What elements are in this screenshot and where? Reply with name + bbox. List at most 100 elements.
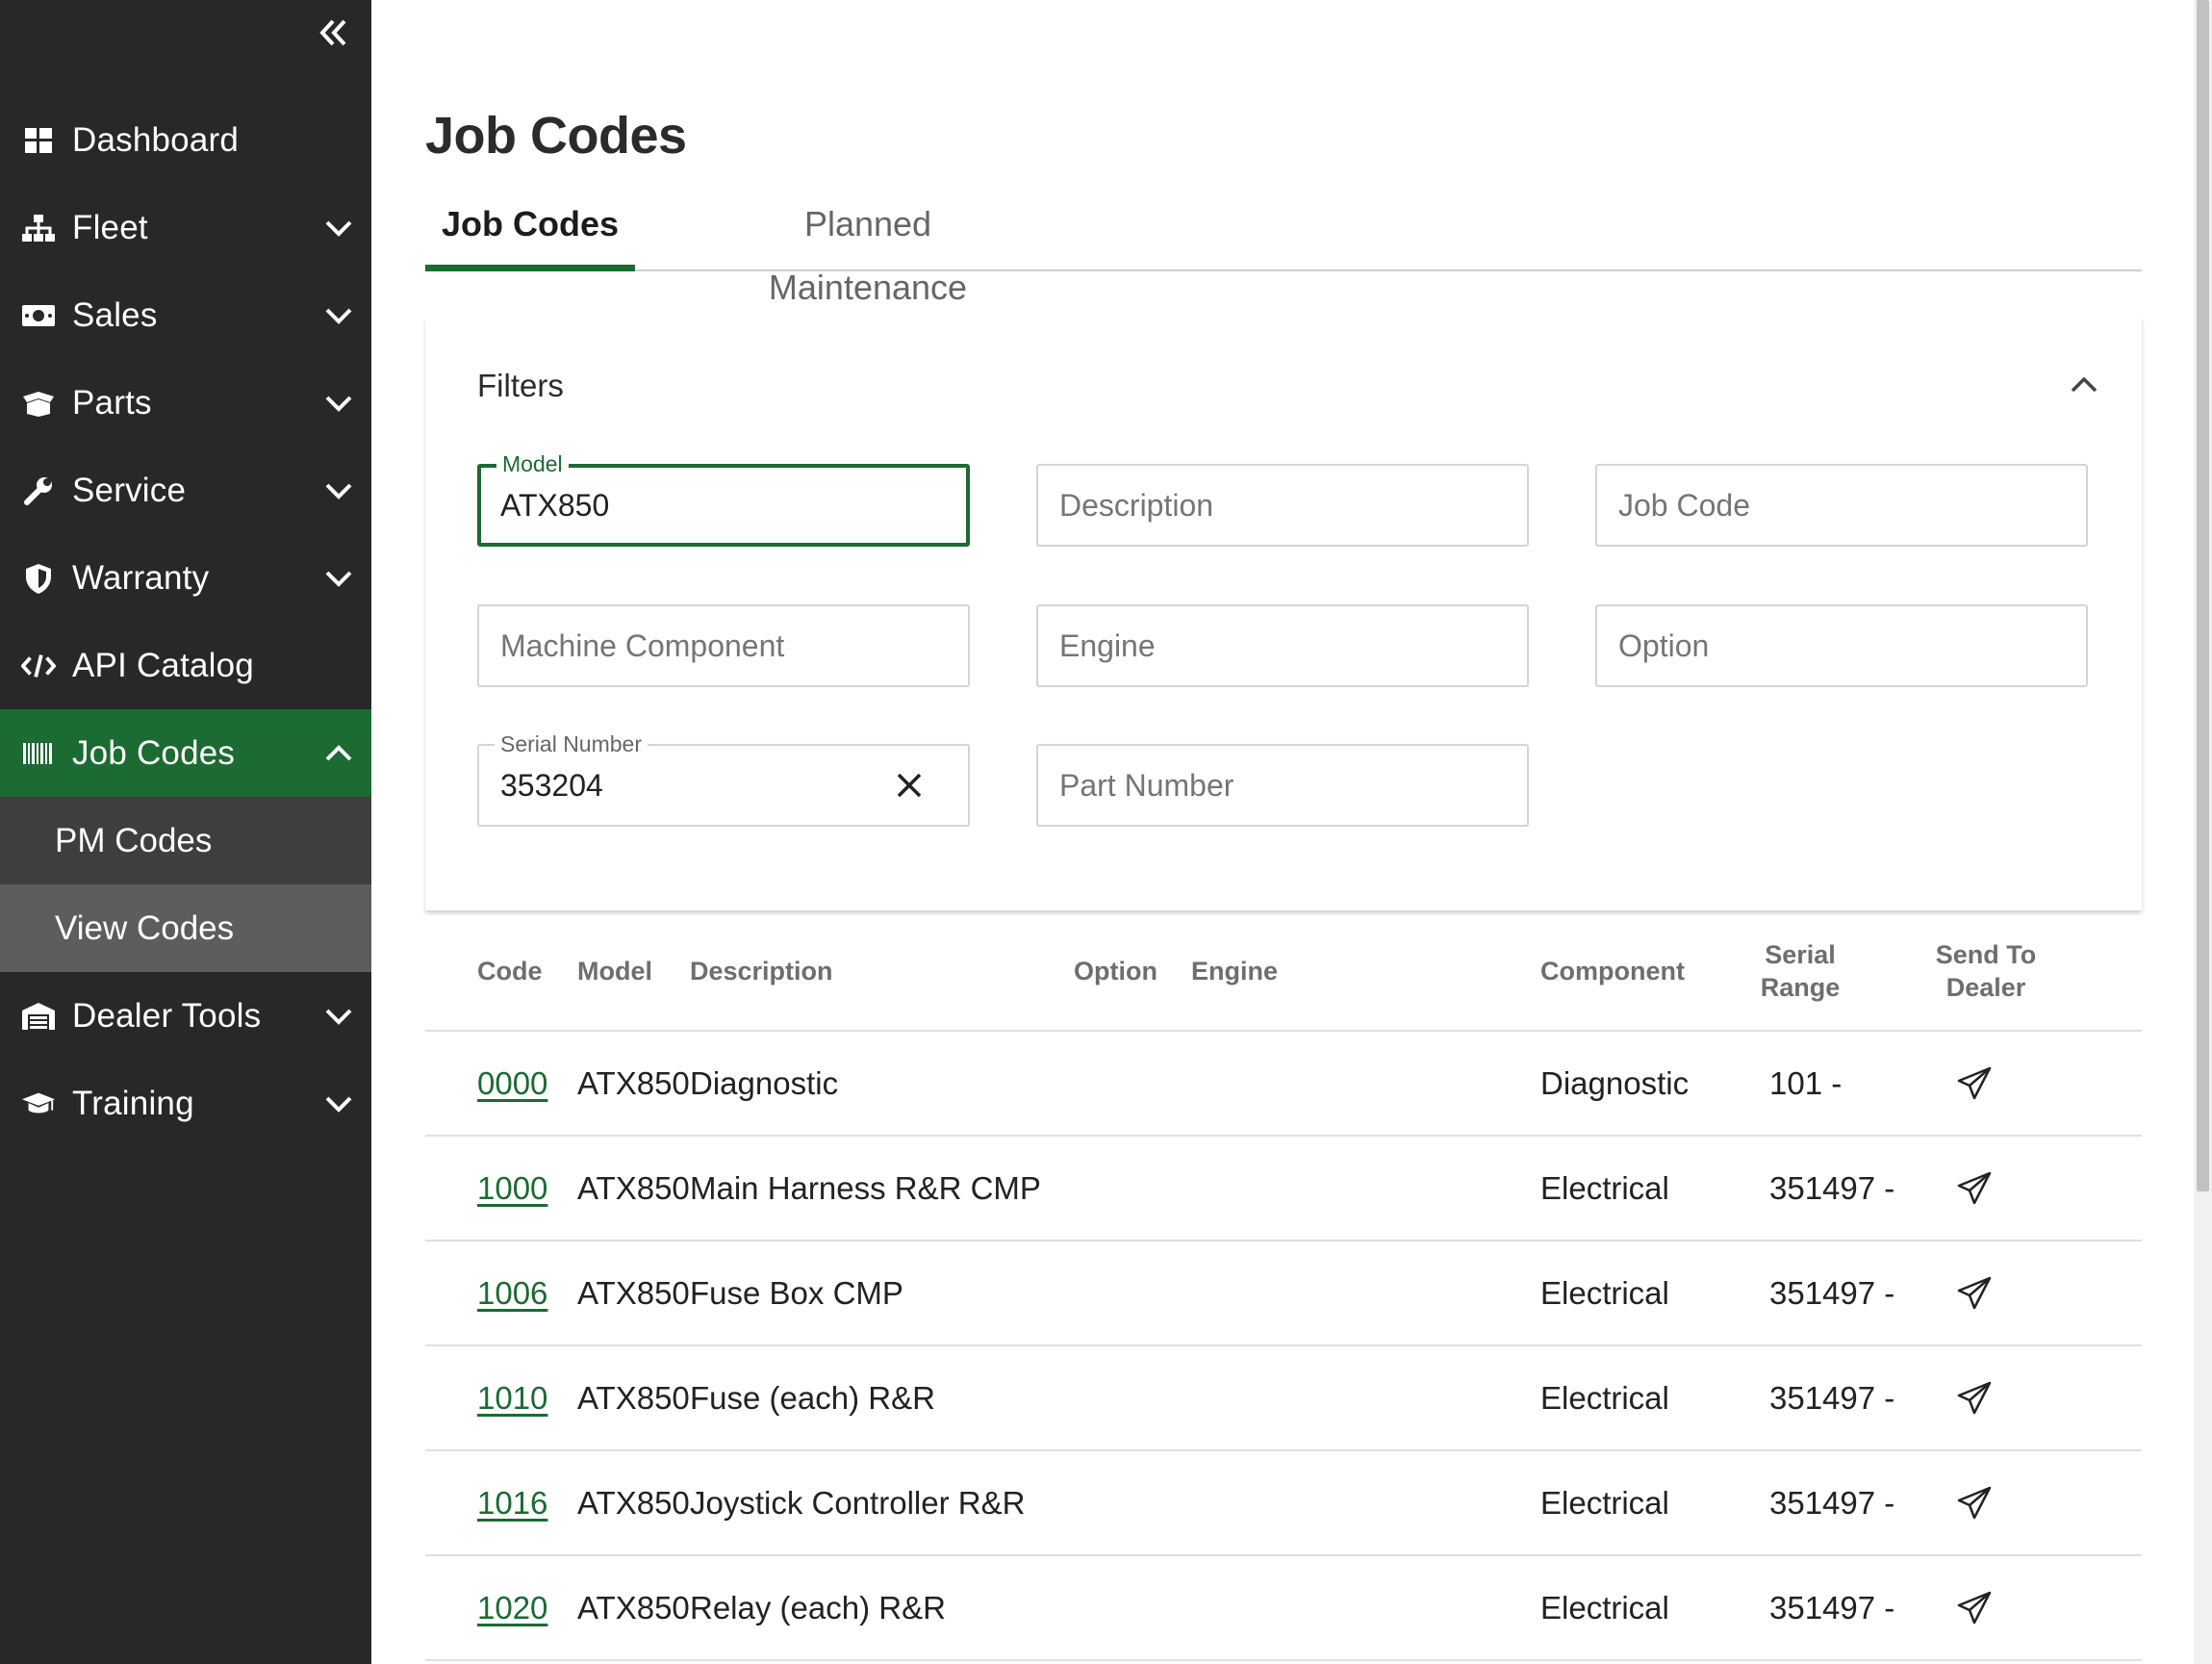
cell-code: 1020	[477, 1556, 547, 1659]
box-open-icon	[21, 386, 56, 421]
cell-code: 1010	[477, 1346, 547, 1449]
cell-serial-range: 351497 -	[1769, 1170, 1895, 1206]
serial-number-field: Serial Number	[477, 731, 970, 827]
sidebar-item-dealer-tools[interactable]: Dealer Tools	[0, 972, 371, 1060]
chevron-down-icon	[325, 571, 352, 587]
sidebar-item-sales[interactable]: Sales	[0, 271, 371, 359]
sidebar-subitem-pm-codes[interactable]: PM Codes	[0, 797, 371, 884]
cell-serial-range: 351497 -	[1769, 1485, 1895, 1521]
cell-component: Electrical	[1540, 1485, 1669, 1521]
sidebar-item-job-codes[interactable]: Job Codes	[0, 709, 371, 797]
sidebar-item-warranty[interactable]: Warranty	[0, 534, 371, 622]
sidebar-item-label: API Catalog	[72, 646, 254, 684]
cell-description: Joystick Controller R&R	[690, 1485, 1026, 1521]
main-content: Job Codes Job Codes Planned Maintenance …	[371, 0, 2194, 1664]
column-header-code[interactable]: Code	[477, 955, 543, 987]
column-header-send-to-dealer[interactable]: Send To Dealer	[1919, 938, 2053, 1004]
close-icon[interactable]	[891, 767, 928, 804]
chevron-up-icon	[325, 744, 352, 760]
description-input[interactable]	[1059, 466, 1483, 545]
sidebar-item-label: Job Codes	[72, 733, 236, 772]
table-body: 0000 ATX850 Diagnostic Diagnostic 101 -1000 A…	[425, 1032, 2142, 1661]
sidebar-item-service[interactable]: Service	[0, 447, 371, 534]
machine-component-input[interactable]	[500, 606, 924, 685]
job-code-input[interactable]	[1618, 466, 2042, 545]
sidebar-item-dashboard[interactable]: Dashboard	[0, 96, 371, 184]
chevron-down-icon	[325, 1009, 352, 1025]
table-row: 0000 ATX850 Diagnostic Diagnostic 101 -	[425, 1032, 2142, 1137]
tab-job-codes[interactable]: Job Codes	[425, 192, 635, 271]
page-scrollbar[interactable]	[2194, 0, 2212, 1664]
job-code-link[interactable]: 1016	[477, 1485, 547, 1521]
column-header-engine[interactable]: Engine	[1191, 955, 1278, 987]
table-header: Code Model Description Option Engine Com…	[425, 924, 2142, 1032]
sidebar-item-label: Warranty	[72, 558, 210, 597]
cell-description: Fuse Box CMP	[690, 1275, 903, 1311]
paper-plane-icon[interactable]	[1955, 1484, 1994, 1523]
column-header-model[interactable]: Model	[577, 955, 652, 987]
chevron-up-icon[interactable]	[2065, 368, 2103, 402]
chevron-down-icon	[325, 396, 352, 412]
model-input[interactable]	[500, 468, 924, 543]
cell-component: Electrical	[1540, 1275, 1669, 1311]
sidebar-item-label: Fleet	[72, 208, 148, 246]
column-header-description[interactable]: Description	[690, 955, 833, 987]
job-code-link[interactable]: 1000	[477, 1170, 547, 1206]
cell-model: ATX850	[577, 1275, 690, 1311]
filters-title: Filters	[477, 368, 564, 403]
job-code-link[interactable]: 1020	[477, 1590, 547, 1626]
part-number-input[interactable]	[1059, 746, 1483, 825]
cell-component: Electrical	[1540, 1590, 1669, 1626]
sidebar-item-label: Dealer Tools	[72, 996, 262, 1035]
money-bill-icon	[21, 298, 56, 333]
job-code-link[interactable]: 1010	[477, 1380, 547, 1416]
option-input[interactable]	[1618, 606, 2042, 685]
sidebar-item-parts[interactable]: Parts	[0, 359, 371, 447]
cell-code: 0000	[477, 1032, 547, 1135]
sidebar-collapse-button[interactable]	[308, 13, 358, 56]
paper-plane-icon[interactable]	[1955, 1379, 1994, 1418]
paper-plane-icon[interactable]	[1955, 1064, 1994, 1103]
cell-code: 1006	[477, 1242, 547, 1344]
sidebar-subitem-label: View Codes	[55, 909, 235, 947]
engine-input[interactable]	[1059, 606, 1483, 685]
serial-number-input[interactable]	[500, 746, 866, 825]
job-code-field	[1595, 464, 2088, 547]
part-number-field	[1036, 744, 1529, 827]
tab-bar: Job Codes Planned Maintenance	[425, 192, 2142, 307]
paper-plane-icon[interactable]	[1955, 1169, 1994, 1208]
cell-component: Electrical	[1540, 1380, 1669, 1416]
sidebar-subitem-label: PM Codes	[55, 821, 213, 859]
column-header-send-line1: Send To	[1935, 940, 2037, 969]
chevron-down-icon	[325, 308, 352, 324]
cell-model: ATX850	[577, 1590, 690, 1626]
sidebar-nav: Dashboard Fleet Sales Parts Service Warr…	[0, 96, 371, 1147]
job-code-link[interactable]: 0000	[477, 1065, 547, 1101]
sidebar-subitem-view-codes[interactable]: View Codes	[0, 884, 371, 972]
scrollbar-thumb[interactable]	[2197, 0, 2209, 1191]
column-header-component[interactable]: Component	[1540, 955, 1685, 987]
paper-plane-icon[interactable]	[1955, 1274, 1994, 1313]
column-header-serial-range-line1: Serial	[1765, 940, 1836, 969]
chevron-down-icon	[325, 483, 352, 499]
sidebar-item-training[interactable]: Training	[0, 1060, 371, 1147]
cell-description: Diagnostic	[690, 1065, 839, 1101]
job-codes-table: Code Model Description Option Engine Com…	[425, 924, 2142, 1661]
sidebar-item-api-catalog[interactable]: API Catalog	[0, 622, 371, 709]
job-code-link[interactable]: 1006	[477, 1275, 547, 1311]
sidebar-item-label: Training	[72, 1084, 194, 1122]
column-header-serial-range-line2: Range	[1760, 973, 1841, 1002]
sidebar-item-fleet[interactable]: Fleet	[0, 184, 371, 271]
tab-planned-maintenance[interactable]: Planned Maintenance	[704, 192, 1031, 307]
shield-icon	[21, 561, 56, 596]
wrench-icon	[21, 474, 56, 508]
column-header-option[interactable]: Option	[1074, 955, 1157, 987]
sidebar-item-label: Dashboard	[72, 120, 240, 159]
table-row: 1006 ATX850 Fuse Box CMP Electrical 351497 -	[425, 1242, 2142, 1346]
paper-plane-icon[interactable]	[1955, 1589, 1994, 1627]
cell-code: 1000	[477, 1137, 547, 1240]
cell-model: ATX850	[577, 1170, 690, 1206]
cell-serial-range: 351497 -	[1769, 1380, 1895, 1416]
cell-model: ATX850	[577, 1065, 690, 1101]
column-header-serial-range[interactable]: Serial Range	[1747, 938, 1853, 1004]
